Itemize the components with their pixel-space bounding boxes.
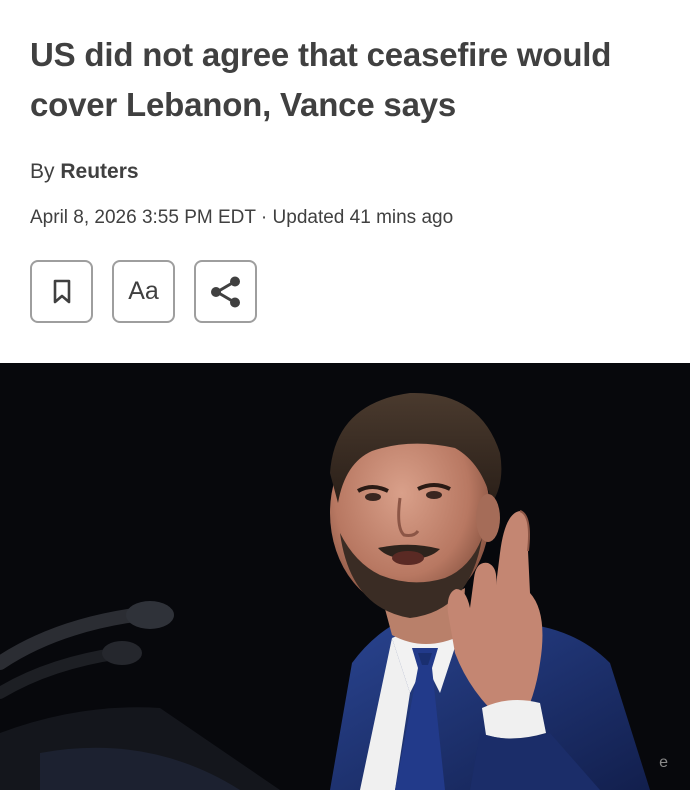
headline: US did not agree that ceasefire would co… [30, 36, 612, 123]
byline-prefix: By [30, 160, 55, 183]
text-size-label: Aa [128, 277, 159, 305]
article-toolbar: Aa [30, 260, 257, 326]
author-link[interactable]: Reuters [60, 160, 138, 183]
photo-credit-fragment: e [659, 754, 668, 771]
byline: By Reuters [30, 158, 139, 186]
bookmark-icon [53, 279, 70, 303]
share-button[interactable] [194, 260, 257, 323]
share-icon [210, 276, 240, 307]
bookmark-button[interactable] [30, 260, 93, 323]
article-header: US did not agree that ceasefire would co… [0, 0, 690, 363]
article-photo: e [0, 363, 690, 790]
text-size-button[interactable]: Aa [112, 260, 175, 323]
dateline: April 8, 2026 3:55 PM EDT · Updated 41 m… [30, 207, 454, 228]
speaker-illustration [0, 363, 690, 790]
